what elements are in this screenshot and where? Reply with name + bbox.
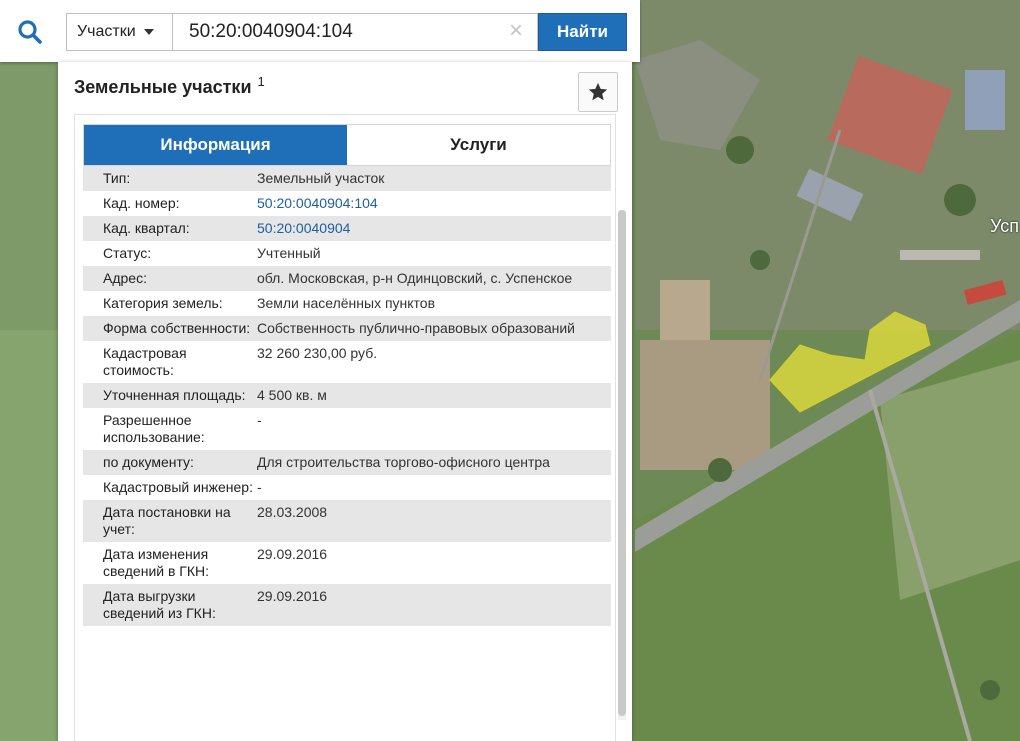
row-value: Для строительства торгово-офисного центр… <box>257 454 550 470</box>
row-value: обл. Московская, р-н Одинцовский, с. Усп… <box>257 270 573 286</box>
row-value: 28.03.2008 <box>257 504 328 520</box>
row-value: 32 260 230,00 руб. <box>257 345 378 361</box>
search-type-select[interactable]: Участки <box>66 13 172 51</box>
row-label: Дата выгрузки сведений из ГКН: <box>103 588 216 621</box>
table-row: Статус: Учтенный <box>83 241 611 266</box>
table-row: Кадастровая стоимость: 32 260 230,00 руб. <box>83 341 611 383</box>
table-row: Кад. квартал: 50:20:0040904 <box>83 216 611 241</box>
chevron-down-icon <box>143 29 154 35</box>
row-label: Кадастровая стоимость: <box>103 345 187 378</box>
table-row: Кад. номер: 50:20:0040904:104 <box>83 191 611 216</box>
search-type-label: Участки <box>77 23 136 40</box>
row-value: 29.09.2016 <box>257 588 328 604</box>
tab-information[interactable]: Информация <box>84 125 347 165</box>
row-label: по документу: <box>103 454 194 470</box>
table-row: Разрешенное использование: - <box>83 408 611 450</box>
row-label: Тип: <box>103 170 131 186</box>
row-value: Земельный участок <box>257 170 385 186</box>
tab-bar: Информация Услуги <box>83 124 611 166</box>
row-label: Разрешенное использование: <box>103 412 205 445</box>
search-bar: Участки × Найти <box>0 0 640 62</box>
table-row: Кадастровый инженер: - <box>83 475 611 500</box>
find-button[interactable]: Найти <box>538 13 627 51</box>
row-value: 29.09.2016 <box>257 546 328 562</box>
panel-title: Земельные участки 1 <box>74 74 265 98</box>
search-input[interactable] <box>172 13 538 51</box>
scrollbar[interactable] <box>618 210 626 720</box>
row-label: Категория земель: <box>103 295 223 311</box>
row-label: Кадастровый инженер: <box>103 479 253 495</box>
close-icon[interactable]: × <box>504 19 528 43</box>
favorite-button[interactable] <box>578 72 618 112</box>
tab-services[interactable]: Услуги <box>347 125 610 165</box>
table-row: по документу: Для строительства торгово-о… <box>83 450 611 475</box>
table-row: Категория земель: Земли населённых пункто… <box>83 291 611 316</box>
row-value-link[interactable]: 50:20:0040904:104 <box>257 195 611 212</box>
row-value: Земли населённых пунктов <box>257 295 436 311</box>
table-row: Дата изменения сведений в ГКН: 29.09.2016 <box>83 542 611 584</box>
table-row: Уточненная площадь: 4 500 кв. м <box>83 383 611 408</box>
info-table: Тип: Земельный участок Кад. номер: 50:20:00… <box>83 166 611 626</box>
row-value-link[interactable]: 50:20:0040904 <box>257 220 611 237</box>
star-icon <box>588 82 608 101</box>
info-panel: Земельные участки 1 Информация Услуги Тип… <box>58 62 632 741</box>
scrollbar-thumb[interactable] <box>618 210 626 716</box>
table-row: Дата постановки на учет: 28.03.2008 <box>83 500 611 542</box>
row-label: Адрес: <box>103 270 147 286</box>
row-label: Дата изменения сведений в ГКН: <box>103 546 210 579</box>
row-value: 4 500 кв. м <box>257 387 327 403</box>
row-value: - <box>257 412 262 428</box>
row-value: Собственность публично-правовых образова… <box>257 320 575 336</box>
panel-title-text: Земельные участки <box>74 77 252 97</box>
table-row: Тип: Земельный участок <box>83 166 611 191</box>
map-place-label: Усп <box>990 216 1019 236</box>
row-label: Форма собственности: <box>103 320 251 336</box>
row-value: - <box>257 479 262 495</box>
panel-title-count: 1 <box>257 74 265 89</box>
table-row: Форма собственности: Собственность публич… <box>83 316 611 341</box>
row-label: Кад. квартал: <box>103 220 190 236</box>
table-row: Адрес: обл. Московская, р-н Одинцовский, … <box>83 266 611 291</box>
search-icon[interactable] <box>12 14 48 50</box>
row-label: Дата постановки на учет: <box>103 504 231 537</box>
table-row: Дата выгрузки сведений из ГКН: 29.09.2016 <box>83 584 611 626</box>
row-label: Кад. номер: <box>103 195 180 211</box>
row-label: Статус: <box>103 245 152 261</box>
row-label: Уточненная площадь: <box>103 387 246 403</box>
panel-content: Информация Услуги Тип: Земельный участок К… <box>74 114 616 741</box>
row-value: Учтенный <box>257 245 321 261</box>
